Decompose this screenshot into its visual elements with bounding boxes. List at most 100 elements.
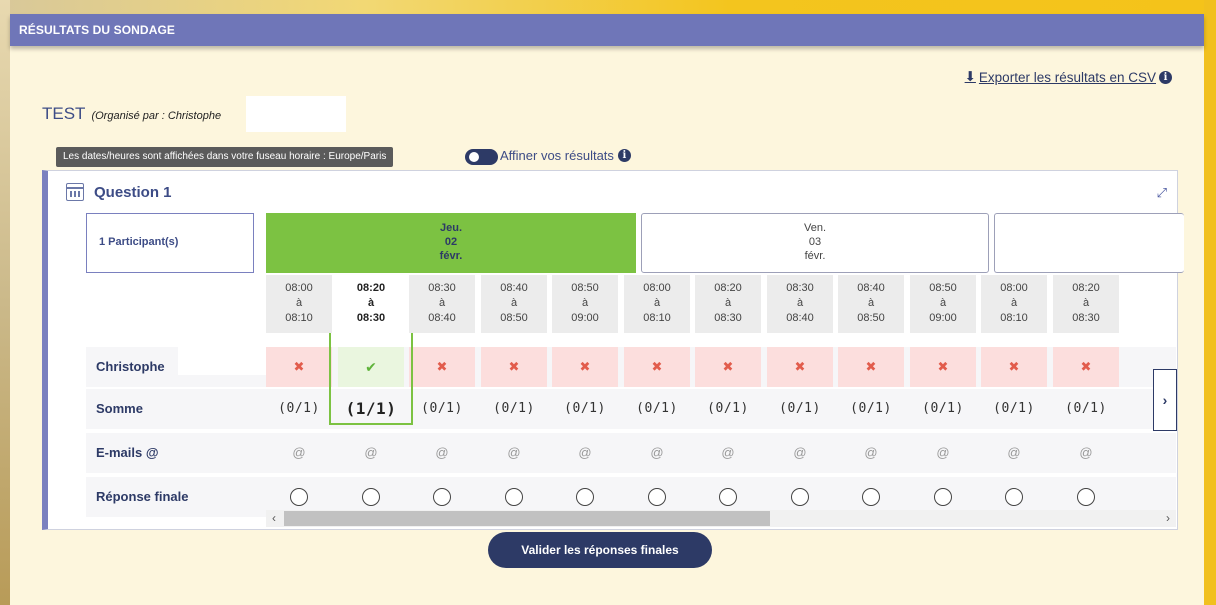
vote-no-cell: ✖ xyxy=(552,347,618,387)
time-slot-sep: à xyxy=(939,297,947,309)
final-answer-radio[interactable] xyxy=(576,488,594,506)
final-answer-radio[interactable] xyxy=(362,488,380,506)
final-answer-radio[interactable] xyxy=(433,488,451,506)
time-slot-header: 08:40 à 08:50 xyxy=(481,275,547,333)
time-slot-start: 08:30 xyxy=(428,282,456,294)
time-slot-end: 08:10 xyxy=(643,312,671,324)
refine-toggle[interactable] xyxy=(465,149,498,165)
time-slot-sep: à xyxy=(1010,297,1018,309)
time-slot-start: 08:50 xyxy=(929,282,957,294)
final-label: Réponse finale xyxy=(96,489,189,504)
vote-no-cell: ✖ xyxy=(910,347,976,387)
day-header-thu: Jeu. 02 févr. xyxy=(266,213,636,273)
time-slot-header: 08:50 à 09:00 xyxy=(552,275,618,333)
vote-no-cell: ✖ xyxy=(266,347,332,387)
export-csv-link[interactable]: ⬇ Exporter les résultats en CSV i xyxy=(965,69,1172,85)
sum-cell: (0/1) xyxy=(278,401,320,416)
time-slot-sep: à xyxy=(367,297,375,309)
time-slot-sep: à xyxy=(1082,297,1090,309)
refine-label: Affiner vos résultats xyxy=(500,148,614,163)
final-answer-radio[interactable] xyxy=(934,488,952,506)
time-slot-end: 09:00 xyxy=(929,312,957,324)
time-slot-end: 08:40 xyxy=(786,312,814,324)
day-number: 02 xyxy=(444,236,458,248)
time-slot-sep: à xyxy=(581,297,589,309)
calendar-icon xyxy=(66,183,84,201)
final-answer-radio[interactable] xyxy=(791,488,809,506)
email-cell[interactable]: @ xyxy=(910,433,976,473)
poll-organizer: (Organisé par : Christophe xyxy=(91,110,222,122)
refine-results[interactable]: Affiner vos résultats i xyxy=(500,148,631,163)
scroll-left-arrow[interactable]: ‹ xyxy=(266,510,282,527)
background-right xyxy=(1204,0,1216,605)
time-slot-end: 08:10 xyxy=(1000,312,1028,324)
day-number: 03 xyxy=(808,236,822,248)
final-answer-radio[interactable] xyxy=(290,488,308,506)
time-slot-start: 08:00 xyxy=(643,282,671,294)
time-slot-start: 08:50 xyxy=(571,282,599,294)
email-cell[interactable]: @ xyxy=(481,433,547,473)
vote-no-cell: ✖ xyxy=(481,347,547,387)
day-header-fri: Ven. 03 févr. xyxy=(641,213,989,273)
horizontal-scrollbar[interactable]: ‹ › xyxy=(266,510,1176,527)
email-cell[interactable]: @ xyxy=(767,433,833,473)
sum-cell: (0/1) xyxy=(564,401,606,416)
participant-name: Christophe xyxy=(96,359,165,374)
day-dow: Jeu. xyxy=(439,222,462,234)
final-answer-radio[interactable] xyxy=(719,488,737,506)
sum-cell: (0/1) xyxy=(922,401,964,416)
sum-cell: (0/1) xyxy=(779,401,821,416)
email-cell[interactable]: @ xyxy=(838,433,904,473)
question-title: Question 1 xyxy=(94,183,172,201)
time-slot-header: 08:00 à 08:10 xyxy=(266,275,332,333)
time-slot-end: 08:30 xyxy=(356,312,386,324)
email-cell[interactable]: @ xyxy=(1053,433,1119,473)
email-cell[interactable]: @ xyxy=(695,433,761,473)
info-icon[interactable]: i xyxy=(1159,70,1172,84)
time-slot-header: 08:20 à 08:30 xyxy=(1053,275,1119,333)
time-slot-sep: à xyxy=(867,297,875,309)
sum-cell: (0/1) xyxy=(1065,401,1107,416)
next-columns-button[interactable]: › xyxy=(1153,369,1177,431)
time-slot-header: 08:30 à 08:40 xyxy=(767,275,833,333)
time-slot-end: 09:00 xyxy=(571,312,599,324)
time-slot-end: 08:30 xyxy=(1072,312,1100,324)
email-cell[interactable]: @ xyxy=(624,433,690,473)
time-slot-sep: à xyxy=(724,297,732,309)
vote-no-cell: ✖ xyxy=(409,347,475,387)
vote-no-cell: ✖ xyxy=(838,347,904,387)
email-cell[interactable]: @ xyxy=(338,433,404,473)
final-answer-radio[interactable] xyxy=(1005,488,1023,506)
final-answer-radio[interactable] xyxy=(505,488,523,506)
vote-no-cell: ✖ xyxy=(981,347,1047,387)
background-left xyxy=(0,0,10,605)
email-cell[interactable]: @ xyxy=(409,433,475,473)
time-slot-sep: à xyxy=(796,297,804,309)
timezone-badge: Les dates/heures sont affichées dans vot… xyxy=(56,147,394,167)
export-csv-label: Exporter les résultats en CSV xyxy=(978,69,1156,85)
time-slot-sep: à xyxy=(295,297,303,309)
day-month: févr. xyxy=(804,250,826,262)
time-slot-header: 08:40 à 08:50 xyxy=(838,275,904,333)
email-cell[interactable]: @ xyxy=(552,433,618,473)
vote-no-cell: ✖ xyxy=(1053,347,1119,387)
scroll-right-arrow[interactable]: › xyxy=(1160,510,1176,527)
time-slot-start: 08:20 xyxy=(714,282,742,294)
validate-final-answers-button[interactable]: Valider les réponses finales xyxy=(488,532,712,568)
time-slot-header: 08:50 à 09:00 xyxy=(910,275,976,333)
scroll-thumb[interactable] xyxy=(284,511,770,526)
email-cell[interactable]: @ xyxy=(266,433,332,473)
final-answer-radio[interactable] xyxy=(862,488,880,506)
final-answer-radio[interactable] xyxy=(648,488,666,506)
time-slot-start: 08:00 xyxy=(285,282,313,294)
sum-cell: (0/1) xyxy=(850,401,892,416)
redaction-box xyxy=(246,96,346,132)
time-slot-end: 08:50 xyxy=(857,312,885,324)
sum-cell: (0/1) xyxy=(421,401,463,416)
expand-icon[interactable]: ⤢ xyxy=(1157,185,1167,201)
info-icon[interactable]: i xyxy=(617,149,631,162)
results-panel: RÉSULTATS DU SONDAGE ⬇ Exporter les résu… xyxy=(10,14,1204,605)
final-answer-radio[interactable] xyxy=(1077,488,1095,506)
email-cell[interactable]: @ xyxy=(981,433,1047,473)
sum-label: Somme xyxy=(96,401,143,416)
